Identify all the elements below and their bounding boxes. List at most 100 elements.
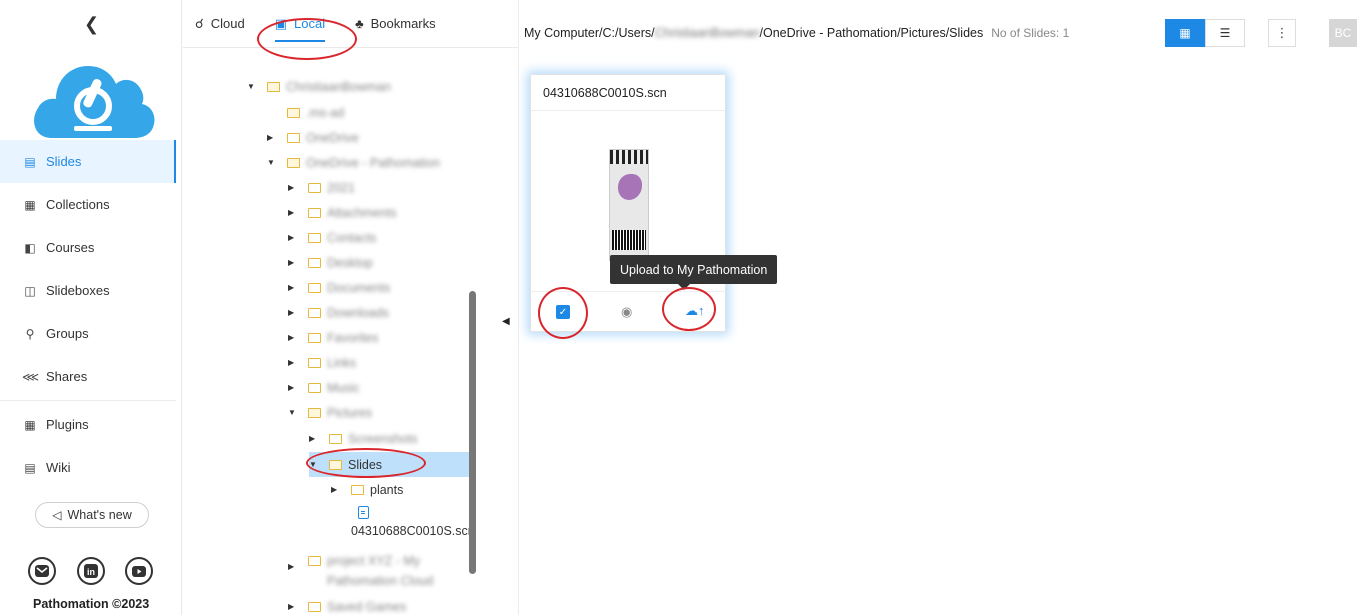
caret-right-icon[interactable]: ▶ <box>288 602 300 611</box>
tree-node[interactable]: ▶ Links <box>288 350 356 375</box>
caret-right-icon[interactable]: ▶ <box>288 233 300 242</box>
wiki-icon: ▤ <box>24 460 36 475</box>
slide-card[interactable]: 04310688C0010S.scn ✓ ◉ ☁↑ <box>530 74 726 332</box>
caret-right-icon[interactable]: ▶ <box>288 383 300 392</box>
tree-node[interactable]: ▶ Screenshots <box>309 426 417 451</box>
sidebar-item-groups[interactable]: ⚲ Groups <box>0 312 176 355</box>
tree-node[interactable]: ▶ 2021 <box>288 175 355 200</box>
caret-right-icon[interactable]: ▶ <box>267 133 279 142</box>
sidebar-item-label: Slideboxes <box>46 283 110 298</box>
caret-right-icon[interactable]: ▶ <box>288 358 300 367</box>
footer-copyright: Pathomation ©2023 <box>33 597 150 611</box>
tree-scrollbar[interactable] <box>469 291 476 574</box>
chevron-left-icon[interactable]: ❮ <box>84 14 99 35</box>
caret-down-icon[interactable]: ▼ <box>309 460 321 469</box>
caret-right-icon[interactable]: ▶ <box>288 283 300 292</box>
tree-node-label: Music <box>327 380 360 395</box>
tree-node-label: 2021 <box>327 180 355 195</box>
tab-label: Cloud <box>210 16 245 31</box>
whats-new-button[interactable]: ◁ What's new <box>35 502 149 528</box>
youtube-icon[interactable] <box>125 557 153 585</box>
list-view-button[interactable]: ☰ <box>1205 19 1245 47</box>
breadcrumb-prefix[interactable]: My Computer/C:/Users/ <box>524 26 655 40</box>
tab-local[interactable]: ▣ Local <box>274 0 326 48</box>
tree-file-label: 04310688C0010S.scn <box>351 524 475 538</box>
upload-cloud-icon[interactable]: ☁↑ <box>685 303 705 319</box>
tree-node-label: Documents <box>327 280 391 295</box>
tree-node[interactable]: ▶ Documents <box>288 275 390 300</box>
breadcrumb-suffix[interactable]: /OneDrive - Pathomation/Pictures/Slides <box>760 26 984 40</box>
tree-node[interactable]: ▶ Music <box>288 375 360 400</box>
select-checkbox[interactable]: ✓ <box>556 305 570 319</box>
avatar[interactable]: BC <box>1329 19 1357 47</box>
breadcrumb: My Computer/C:/Users/ChristiaanBowman/On… <box>524 26 1069 40</box>
folder-open-icon <box>287 107 300 118</box>
tree-node[interactable]: ▼ Pictures <box>288 400 372 425</box>
slide-thumbnail[interactable] <box>609 149 649 261</box>
tree-node-label: Contacts <box>327 230 377 245</box>
tree-node[interactable]: .ms-ad <box>287 100 344 125</box>
tab-label: Bookmarks <box>370 16 436 31</box>
tab-cloud[interactable]: ☌ Cloud <box>195 0 245 48</box>
folder-icon <box>308 307 321 318</box>
tree-node[interactable]: ▶ Contacts <box>288 225 376 250</box>
sidebar-item-courses[interactable]: ◧ Courses <box>0 226 176 269</box>
sidebar-item-slides[interactable]: ▤ Slides <box>0 140 176 183</box>
tree-node-label: Pictures <box>327 405 373 420</box>
nav-divider <box>0 400 176 401</box>
sidebar-item-shares[interactable]: ⋘ Shares <box>0 355 176 398</box>
caret-right-icon[interactable]: ▶ <box>288 183 300 192</box>
view-toggle: ▦ ☰ <box>1165 19 1245 47</box>
sidebar: ❮ ▤ Slides ▦ Collections ◧ Courses ◫ Slidebo… <box>0 0 182 615</box>
caret-down-icon[interactable]: ▼ <box>267 158 279 167</box>
tab-bookmarks[interactable]: ♣ Bookmarks <box>355 0 436 48</box>
tree-node[interactable]: ▶ Desktop <box>288 250 373 275</box>
folder-icon <box>351 484 364 495</box>
bookmark-icon: ♣ <box>355 16 364 31</box>
grid-view-button[interactable]: ▦ <box>1165 19 1205 47</box>
sidebar-item-label: Collections <box>46 197 110 212</box>
tree-node-label: OneDrive - Pathomation <box>306 155 441 170</box>
caret-right-icon[interactable]: ▶ <box>288 308 300 317</box>
sidebar-item-slideboxes[interactable]: ◫ Slideboxes <box>0 269 176 312</box>
caret-right-icon[interactable]: ▶ <box>309 434 321 443</box>
tree-file-node[interactable]: 04310688C0010S.scn <box>351 506 479 538</box>
caret-right-icon[interactable]: ▶ <box>288 333 300 342</box>
more-vertical-icon[interactable]: ⋮ <box>1268 19 1296 47</box>
tree-node[interactable]: ▶ plants <box>331 477 403 502</box>
tree-node-label: .ms-ad <box>306 105 345 120</box>
caret-right-icon[interactable]: ▶ <box>288 557 300 577</box>
collapse-panel-icon[interactable]: ◀ <box>502 316 510 327</box>
caret-down-icon[interactable]: ▼ <box>288 408 300 417</box>
breadcrumb-user[interactable]: ChristiaanBowman <box>655 26 760 40</box>
tree-node[interactable]: ▶ Favorites <box>288 325 378 350</box>
tree-panel: ☌ Cloud ▣ Local ♣ Bookmarks ▼ ChristiaanBowm… <box>183 0 519 615</box>
email-icon[interactable] <box>28 557 56 585</box>
tree-node-label: Downloads <box>327 305 389 320</box>
tree-node[interactable]: ▶ Saved Games <box>288 594 406 615</box>
caret-right-icon[interactable]: ▶ <box>288 208 300 217</box>
tree-node[interactable]: ▶ OneDrive <box>267 125 359 150</box>
app: ❮ ▤ Slides ▦ Collections ◧ Courses ◫ Slidebo… <box>0 0 1368 615</box>
tree-node-label: Screenshots <box>348 431 418 446</box>
sidebar-item-label: Wiki <box>46 460 71 475</box>
share-icon: ⋘ <box>22 369 40 384</box>
tree-node[interactable]: ▶ Downloads <box>288 300 389 325</box>
folder-icon <box>308 182 321 193</box>
caret-down-icon[interactable]: ▼ <box>247 82 259 91</box>
linkedin-icon[interactable]: in <box>77 557 105 585</box>
caret-right-icon[interactable]: ▶ <box>331 485 343 494</box>
tree-node[interactable]: ▶ project XYZ - My Pathomation Cloud <box>288 551 473 591</box>
sidebar-item-wiki[interactable]: ▤ Wiki <box>0 446 176 489</box>
tree-node-label: Desktop <box>327 255 373 270</box>
tree-node-selected[interactable]: ▼ Slides <box>309 452 469 477</box>
caret-right-icon[interactable]: ▶ <box>288 258 300 267</box>
preview-eye-icon[interactable]: ◉ <box>621 304 632 320</box>
sidebar-item-collections[interactable]: ▦ Collections <box>0 183 176 226</box>
tree-node[interactable]: ▼ ChristiaanBowman <box>247 74 391 99</box>
folder-icon <box>329 433 342 444</box>
tree-node[interactable]: ▼ OneDrive - Pathomation <box>267 150 440 175</box>
sidebar-item-plugins[interactable]: ▦ Plugins <box>0 403 176 446</box>
group-icon: ⚲ <box>25 326 35 341</box>
tree-node[interactable]: ▶ Attachments <box>288 200 396 225</box>
